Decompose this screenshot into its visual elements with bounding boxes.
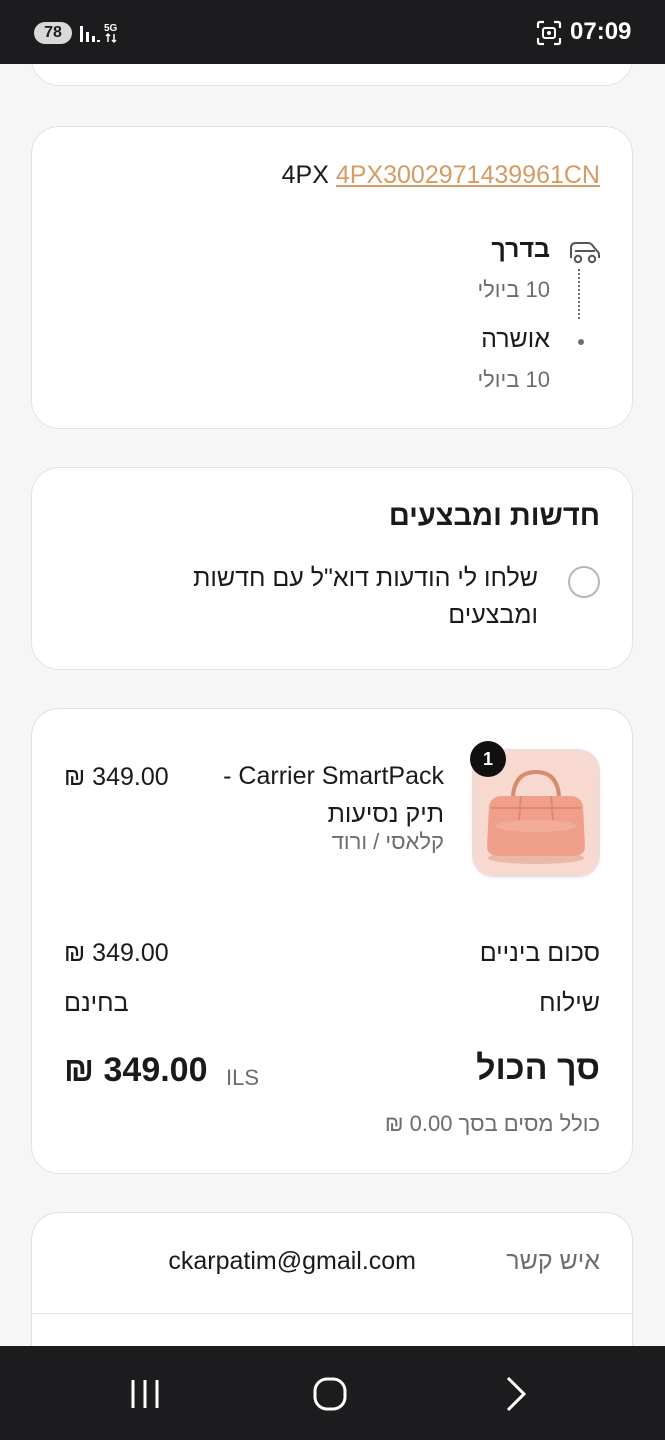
status-confirmed: אושרה (481, 325, 550, 353)
tracking-number-link[interactable]: 4PX3002971439961CN (336, 161, 600, 189)
tax-note: כולל מסים בסך 0.00 ₪ (384, 1111, 600, 1136)
timeline-connector (578, 269, 580, 319)
tracking-card: 4PX 4PX3002971439961CN בדרך 10 ביולי אוש… (31, 126, 633, 429)
previous-card (31, 64, 633, 86)
carrier-name: 4PX (281, 161, 329, 189)
shipping-label: שילוח (539, 989, 600, 1017)
status-bar: 78 5G 07:09 (0, 0, 665, 64)
total-label: סך הכול (476, 1049, 600, 1087)
tracking-line: 4PX 4PX3002971439961CN (282, 161, 600, 190)
status-confirmed-date: 10 ביולי (477, 367, 550, 392)
back-icon[interactable] (496, 1374, 536, 1414)
navigation-bar (0, 1346, 665, 1440)
order-summary-card: 1 Carrier SmartPack - תיק נסיעות קלאסי /… (31, 708, 633, 1174)
news-checkbox-label[interactable]: שלחו לי הודעות דוא"ל עם חדשות ומבצעים (118, 560, 538, 634)
screenshot-icon (536, 20, 562, 46)
product-name: Carrier SmartPack - תיק נסיעות (223, 762, 444, 828)
timeline-dot (578, 339, 584, 345)
line-price: ₪ 349.00 (64, 763, 169, 791)
battery-indicator: 78 (34, 22, 72, 44)
news-title: חדשות ומבצעים (388, 500, 600, 532)
news-card: חדשות ומבצעים שלחו לי הודעות דוא"ל עם חד… (31, 467, 633, 670)
shipping-value: בחינם (64, 989, 129, 1017)
contact-email: ckarpatim@gmail.com (168, 1247, 416, 1275)
order-status-page: 4PX 4PX3002971439961CN בדרך 10 ביולי אוש… (0, 64, 665, 1346)
clock: 07:09 (570, 18, 632, 45)
news-checkbox[interactable] (568, 566, 600, 598)
subtotal-label: סכום ביניים (479, 939, 600, 967)
total-amount: ₪ 349.00 (64, 1051, 208, 1089)
status-in-transit: בדרך (491, 235, 550, 263)
truck-icon (570, 242, 600, 264)
recent-apps-icon[interactable] (125, 1374, 165, 1414)
divider (32, 1313, 632, 1314)
subtotal-value: ₪ 349.00 (64, 939, 169, 967)
product-variant: קלאסי / ורוד (331, 829, 444, 854)
signal-icon: 5G (80, 23, 118, 44)
contact-label: איש קשר (506, 1247, 600, 1275)
quantity-badge: 1 (470, 741, 506, 777)
contact-card: איש קשר ckarpatim@gmail.com (31, 1212, 633, 1346)
home-icon[interactable] (310, 1374, 350, 1414)
status-in-transit-date: 10 ביולי (477, 277, 550, 302)
total-currency: ILS (226, 1065, 260, 1090)
network-label: 5G (104, 23, 118, 34)
